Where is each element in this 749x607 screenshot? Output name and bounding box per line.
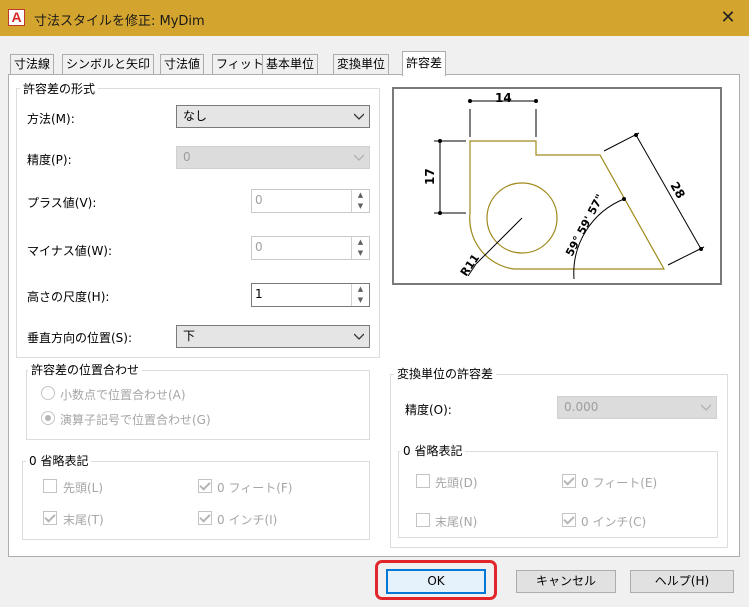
zero-suppression-group: [22, 461, 370, 540]
alt-zero-feet-checkbox[interactable]: [562, 474, 576, 488]
cancel-button[interactable]: キャンセル: [516, 570, 616, 593]
tolerance-alignment-title: 許容差の位置合わせ: [28, 361, 143, 378]
dim-text-radius: R11: [458, 252, 482, 279]
tab-dimension-lines[interactable]: 寸法線: [10, 54, 55, 75]
leading-checkbox[interactable]: [43, 479, 57, 493]
chevron-down-icon: [354, 154, 364, 161]
vertical-position-select[interactable]: 下: [176, 325, 370, 348]
minus-value: 0: [255, 240, 263, 254]
spin-up-icon[interactable]: ▲: [352, 237, 369, 248]
chevron-down-icon: [354, 113, 364, 120]
zero-inches-label: 0 インチ(I): [217, 513, 278, 527]
align-decimal-label: 小数点で位置合わせ(A): [60, 388, 186, 402]
height-scale-spinner[interactable]: 1 ▲ ▼: [251, 283, 370, 307]
method-label: 方法(M):: [27, 112, 75, 126]
precision-label: 精度(P):: [27, 153, 72, 167]
dimension-preview: 14 17 28 59° 59' 57" R11: [392, 87, 722, 285]
tab-text[interactable]: 寸法値: [160, 54, 205, 75]
spin-down-icon[interactable]: ▼: [352, 248, 369, 259]
trailing-checkbox[interactable]: [43, 511, 57, 525]
alt-precision-value: 0.000: [564, 400, 599, 414]
tab-primary-units[interactable]: 基本単位: [262, 54, 319, 75]
align-operator-radio[interactable]: [41, 411, 55, 425]
minus-value-spinner[interactable]: 0 ▲ ▼: [251, 236, 370, 260]
leading-label: 先頭(L): [63, 481, 104, 495]
autocad-app-icon: A: [8, 9, 25, 26]
zero-feet-label: 0 フィート(F): [217, 481, 293, 495]
tab-alternate-units[interactable]: 変換単位: [333, 54, 390, 75]
dim-text-angle: 59° 59' 57": [563, 192, 606, 258]
alt-zero-suppression-title: 0 省略表記: [400, 442, 466, 459]
align-operator-label: 演算子記号で位置合わせ(G): [60, 413, 211, 427]
minus-value-label: マイナス値(W):: [27, 244, 113, 258]
chevron-down-icon: [701, 404, 711, 411]
alt-trailing-checkbox[interactable]: [416, 513, 430, 527]
trailing-label: 末尾(T): [63, 513, 104, 527]
alt-trailing-label: 末尾(N): [435, 515, 478, 529]
plus-value-spinner[interactable]: 0 ▲ ▼: [251, 189, 370, 213]
ok-button[interactable]: OK: [386, 569, 486, 594]
plus-value: 0: [255, 193, 263, 207]
plus-value-label: プラス値(V):: [27, 196, 97, 210]
precision-select[interactable]: 0: [176, 146, 370, 169]
dim-text-14: 14: [495, 91, 512, 105]
alt-unit-tolerance-title: 変換単位の許容差: [394, 365, 497, 382]
chevron-down-icon: [354, 333, 364, 340]
tolerance-format-group: [16, 88, 380, 358]
alt-zero-feet-label: 0 フィート(E): [581, 476, 658, 490]
close-icon[interactable]: ✕: [716, 7, 740, 29]
preview-drawing: 14 17 28 59° 59' 57" R11: [423, 91, 705, 280]
zero-inches-checkbox[interactable]: [198, 511, 212, 525]
height-scale-label: 高さの尺度(H):: [27, 290, 110, 304]
height-scale-value: 1: [255, 287, 263, 301]
method-select[interactable]: なし: [176, 105, 370, 128]
spin-down-icon[interactable]: ▼: [352, 295, 369, 306]
alt-precision-label: 精度(O):: [405, 403, 452, 417]
alt-precision-select[interactable]: 0.000: [557, 396, 717, 419]
title-bar: A 寸法スタイルを修正: MyDim ✕: [0, 0, 749, 36]
help-button[interactable]: ヘルプ(H): [630, 570, 734, 593]
alt-leading-checkbox[interactable]: [416, 474, 430, 488]
spin-up-icon[interactable]: ▲: [352, 284, 369, 295]
dim-text-17: 17: [423, 168, 437, 185]
method-value: なし: [183, 109, 208, 123]
precision-value: 0: [183, 150, 191, 164]
spin-down-icon[interactable]: ▼: [352, 201, 369, 212]
tolerance-format-title: 許容差の形式: [20, 80, 99, 97]
zero-suppression-title: 0 省略表記: [26, 452, 92, 469]
tab-tolerances[interactable]: 許容差: [402, 51, 447, 76]
spin-up-icon[interactable]: ▲: [352, 190, 369, 201]
dim-text-28: 28: [667, 180, 687, 201]
tolerance-alignment-group: [26, 370, 370, 440]
tab-symbols-arrows[interactable]: シンボルと矢印: [62, 54, 155, 75]
align-decimal-radio[interactable]: [41, 386, 55, 400]
alt-zero-inches-checkbox[interactable]: [562, 513, 576, 527]
window-title: 寸法スタイルを修正: MyDim: [34, 14, 205, 29]
alt-leading-label: 先頭(D): [435, 476, 478, 490]
vertical-position-value: 下: [183, 329, 196, 343]
vertical-position-label: 垂直方向の位置(S):: [27, 331, 133, 345]
zero-feet-checkbox[interactable]: [198, 479, 212, 493]
tab-fit[interactable]: フィット: [212, 54, 268, 75]
alt-zero-inches-label: 0 インチ(C): [581, 515, 647, 529]
